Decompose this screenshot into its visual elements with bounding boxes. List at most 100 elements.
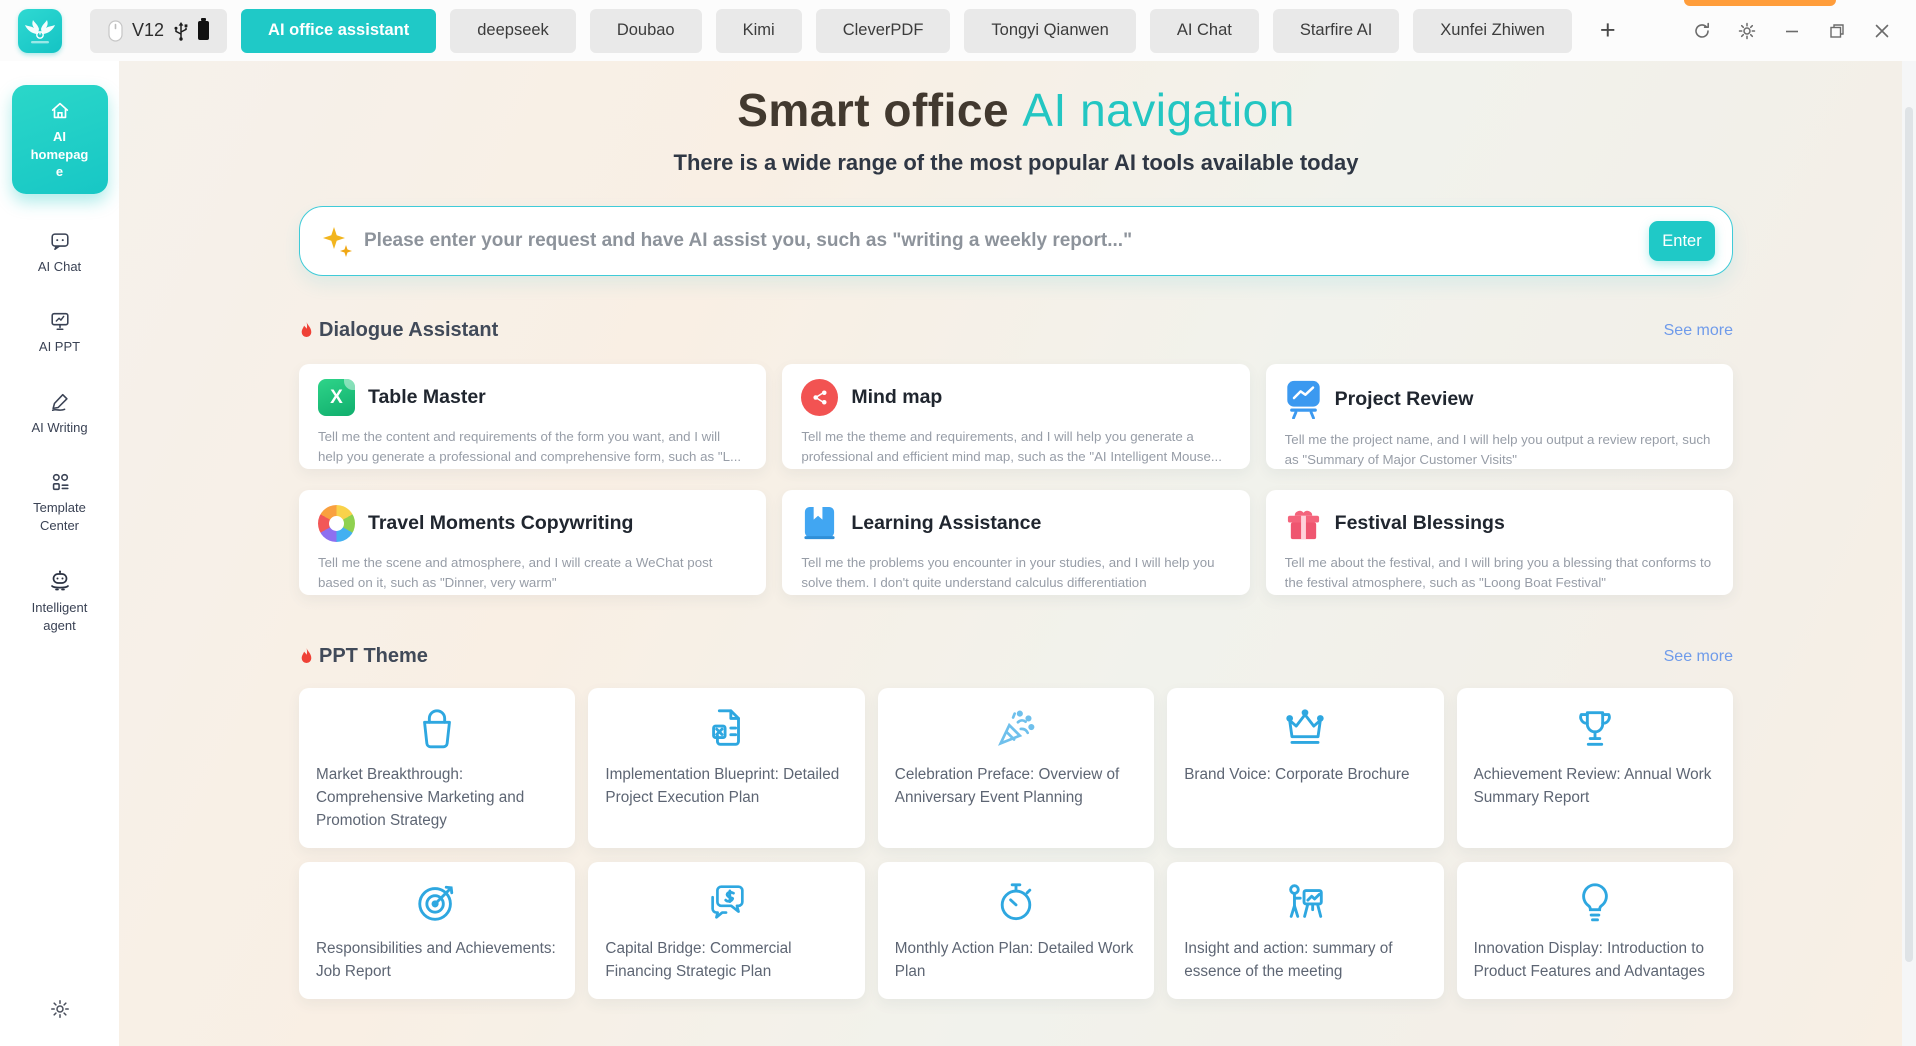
sidebar-item-intelligent-agent[interactable]: Intelligent agent: [31, 569, 89, 634]
sidebar-item-ai-writing[interactable]: AI Writing: [31, 391, 89, 437]
usb-icon: [173, 21, 189, 41]
mouse-icon: [108, 20, 123, 42]
close-icon[interactable]: [1872, 21, 1892, 41]
card-title: Project Review: [1335, 388, 1474, 411]
mindmap-icon: [801, 379, 838, 416]
app-logo: [18, 9, 62, 53]
trophy-icon: [1572, 705, 1618, 751]
ppt-card-meeting-summary[interactable]: Insight and action: summary of essence o…: [1167, 862, 1443, 999]
new-tab-button[interactable]: +: [1592, 13, 1624, 48]
sidebar: AI homepage AI Chat AI PPT AI Writing Te…: [0, 61, 119, 1046]
ppt-card-market-breakthrough[interactable]: Market Breakthrough: Comprehensive Marke…: [299, 688, 575, 848]
page-title-main: Smart office: [737, 84, 1009, 136]
ppt-card-job-report[interactable]: Responsibilities and Achievements: Job R…: [299, 862, 575, 999]
card-description: Tell me the scene and atmosphere, and I …: [318, 553, 747, 592]
card-mind-map[interactable]: Mind map Tell me the theme and requireme…: [782, 364, 1249, 469]
spreadsheet-icon: X: [318, 379, 355, 416]
battery-icon: [198, 21, 209, 40]
pen-icon: [49, 391, 71, 413]
tab-kimi[interactable]: Kimi: [716, 9, 802, 53]
device-status-tab[interactable]: V12: [90, 9, 227, 53]
ppt-theme-header: PPT Theme See more: [299, 645, 1733, 668]
chart-board-icon: [1285, 379, 1322, 419]
card-travel-moments-copywriting[interactable]: Travel Moments Copywriting Tell me the s…: [299, 490, 766, 595]
ai-request-searchbar[interactable]: Enter: [299, 206, 1733, 276]
card-title: Brand Voice: Corporate Brochure: [1184, 764, 1426, 787]
finance-chat-icon: [704, 879, 750, 925]
tab-xunfei-zhiwen[interactable]: Xunfei Zhiwen: [1413, 9, 1572, 53]
sidebar-label: Template Center: [31, 499, 89, 534]
sidebar-label: AI PPT: [31, 338, 89, 356]
sidebar-settings-gear-icon[interactable]: [50, 999, 70, 1024]
sidebar-label: AI Chat: [31, 258, 89, 276]
card-title: Celebration Preface: Overview of Anniver…: [895, 764, 1137, 810]
scrollbar-thumb[interactable]: [1905, 107, 1913, 962]
presentation-icon: [49, 310, 71, 332]
ppt-card-implementation-blueprint[interactable]: Implementation Blueprint: Detailed Proje…: [588, 688, 864, 848]
tab-starfire-ai[interactable]: Starfire AI: [1273, 9, 1399, 53]
titlebar: V12 AI office assistant deepseek Doubao …: [0, 0, 1916, 61]
crown-icon: [1282, 705, 1328, 751]
sidebar-item-ai-chat[interactable]: AI Chat: [31, 230, 89, 276]
tab-strip: AI office assistant deepseek Doubao Kimi…: [227, 9, 1572, 53]
sidebar-item-ai-homepage[interactable]: AI homepage: [12, 85, 108, 194]
camera-shutter-icon: [318, 505, 355, 542]
flame-icon: [299, 322, 314, 340]
sidebar-item-template-center[interactable]: Template Center: [31, 471, 89, 534]
device-label: V12: [132, 20, 164, 41]
card-title: Innovation Display: Introduction to Prod…: [1474, 938, 1716, 984]
ppt-see-more-link[interactable]: See more: [1664, 648, 1733, 666]
sidebar-label: Intelligent agent: [31, 599, 89, 634]
card-project-review[interactable]: Project Review Tell me the project name,…: [1266, 364, 1733, 469]
enter-button[interactable]: Enter: [1649, 221, 1715, 261]
refresh-icon[interactable]: [1692, 21, 1712, 41]
settings-gear-icon[interactable]: [1737, 21, 1757, 41]
tab-deepseek[interactable]: deepseek: [450, 9, 576, 53]
sidebar-item-ai-ppt[interactable]: AI PPT: [31, 310, 89, 356]
scrollbar-track[interactable]: [1902, 61, 1916, 1046]
card-festival-blessings[interactable]: Festival Blessings Tell me about the fes…: [1266, 490, 1733, 595]
tab-doubao[interactable]: Doubao: [590, 9, 702, 53]
flame-icon: [299, 648, 314, 666]
ppt-card-innovation-display[interactable]: Innovation Display: Introduction to Prod…: [1457, 862, 1733, 999]
ppt-card-brand-voice[interactable]: Brand Voice: Corporate Brochure: [1167, 688, 1443, 848]
card-title: Insight and action: summary of essence o…: [1184, 938, 1426, 984]
card-title: Festival Blessings: [1335, 512, 1505, 535]
card-title: Market Breakthrough: Comprehensive Marke…: [316, 764, 558, 833]
home-icon: [49, 100, 71, 122]
dialogue-see-more-link[interactable]: See more: [1664, 322, 1733, 340]
ppt-card-celebration-preface[interactable]: Celebration Preface: Overview of Anniver…: [878, 688, 1154, 848]
card-learning-assistance[interactable]: Learning Assistance Tell me the problems…: [782, 490, 1249, 595]
presenter-icon: [1282, 879, 1328, 925]
tab-ai-office-assistant[interactable]: AI office assistant: [241, 9, 436, 53]
ppt-card-achievement-review[interactable]: Achievement Review: Annual Work Summary …: [1457, 688, 1733, 848]
main-content: Smart office AI navigation There is a wi…: [119, 61, 1916, 1046]
template-grid-icon: [49, 471, 71, 493]
tab-cleverpdf[interactable]: CleverPDF: [816, 9, 951, 53]
maximize-icon[interactable]: [1827, 21, 1847, 41]
card-description: Tell me the theme and requirements, and …: [801, 427, 1230, 466]
sparkle-icon: [320, 224, 354, 258]
tab-ai-chat[interactable]: AI Chat: [1150, 9, 1259, 53]
card-title: Implementation Blueprint: Detailed Proje…: [605, 764, 847, 810]
card-title: Monthly Action Plan: Detailed Work Plan: [895, 938, 1137, 984]
gift-icon: [1285, 505, 1322, 542]
ai-request-input[interactable]: [364, 230, 1649, 252]
target-icon: [414, 879, 460, 925]
book-icon: [801, 505, 838, 542]
card-title: Learning Assistance: [851, 512, 1041, 535]
lightbulb-icon: [1572, 879, 1618, 925]
chat-bubble-icon: [49, 230, 71, 252]
card-description: Tell me about the festival, and I will b…: [1285, 553, 1714, 592]
card-table-master[interactable]: X Table Master Tell me the content and r…: [299, 364, 766, 469]
tab-tongyi-qianwen[interactable]: Tongyi Qianwen: [964, 9, 1135, 53]
card-title: Mind map: [851, 386, 942, 409]
section-title: Dialogue Assistant: [319, 319, 498, 342]
page-title: Smart office AI navigation: [299, 83, 1733, 137]
ppt-card-monthly-action-plan[interactable]: Monthly Action Plan: Detailed Work Plan: [878, 862, 1154, 999]
dialogue-assistant-header: Dialogue Assistant See more: [299, 319, 1733, 342]
card-title: Responsibilities and Achievements: Job R…: [316, 938, 558, 984]
ppt-card-grid-row2: Responsibilities and Achievements: Job R…: [299, 862, 1733, 999]
minimize-icon[interactable]: [1782, 21, 1802, 41]
ppt-card-capital-bridge[interactable]: Capital Bridge: Commercial Financing Str…: [588, 862, 864, 999]
